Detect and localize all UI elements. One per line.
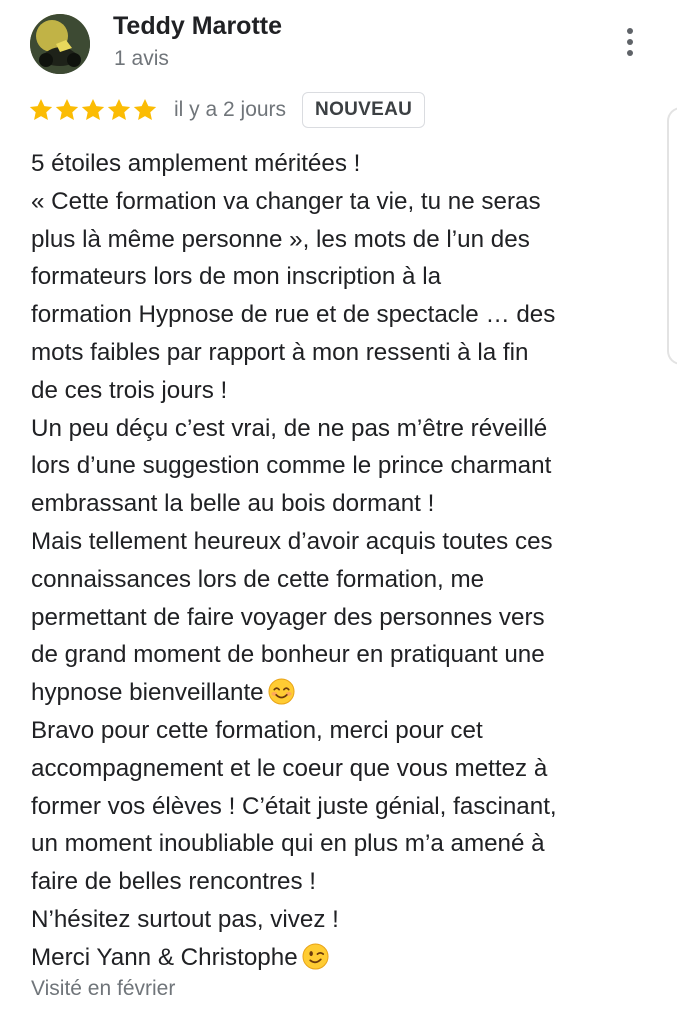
review-line: formation Hypnose de rue et de spectacle… (31, 301, 556, 329)
review-line: formateurs lors de mon inscription à la (31, 263, 442, 291)
review-line-with-emoji: Merci Yann & Christophe (31, 939, 621, 977)
star-icon (29, 98, 53, 120)
new-badge: NOUVEAU (302, 92, 426, 128)
review-line: Bravo pour cette formation, merci pour c… (31, 716, 483, 744)
review-text: 5 étoiles amplement méritées ! « Cette f… (31, 145, 621, 977)
review-line: connaissances lors de cette formation, m… (31, 565, 485, 593)
review-line: Mais tellement heureux d’avoir acquis to… (31, 527, 553, 555)
review-line: Un peu déçu c’est vrai, de ne pas m’être… (31, 414, 548, 442)
star-icon (55, 98, 79, 120)
smiling-face-with-smiling-eyes-emoji (268, 678, 295, 705)
reviewer-avatar[interactable] (30, 14, 90, 74)
star-icon (133, 98, 157, 120)
review-line: accompagnement et le coeur que vous mett… (31, 754, 548, 782)
visited-date: Visité en février (31, 977, 176, 1000)
side-panel-edge[interactable] (667, 107, 677, 365)
review-line: N’hésitez surtout pas, vivez ! (31, 905, 339, 933)
review-line: de grand moment de bonheur en pratiquant… (31, 641, 545, 669)
review-line: un moment inoubliable qui en plus m’a am… (31, 830, 545, 858)
review-line-text: hypnose bienveillante (31, 679, 264, 707)
more-vert-icon-dot (627, 39, 633, 45)
star-rating (28, 97, 158, 123)
review-date: il y a 2 jours (174, 98, 287, 121)
review-line: embrassant la belle au bois dormant ! (31, 490, 435, 518)
review-line-with-emoji: hypnose bienveillante (31, 674, 621, 712)
reviewer-name[interactable]: Teddy Marotte (113, 12, 282, 41)
reviewer-review-count: 1 avis (114, 47, 169, 70)
review-line: 5 étoiles amplement méritées ! (31, 150, 361, 177)
review-line: former vos élèves ! C’était juste génial… (31, 792, 557, 820)
star-icon (81, 98, 105, 120)
more-options-button[interactable] (615, 24, 645, 60)
more-vert-icon-dot (627, 50, 633, 56)
review-line: lors d’une suggestion comme le prince ch… (31, 452, 552, 480)
rating-row: il y a 2 jours NOUVEAU (28, 91, 426, 129)
review-line: mots faibles par rapport à mon ressenti … (31, 338, 529, 366)
review-line: permettant de faire voyager des personne… (31, 603, 545, 631)
avatar-image (30, 14, 90, 74)
review-line: « Cette formation va changer ta vie, tu … (31, 187, 541, 215)
review-line: faire de belles rencontres ! (31, 868, 317, 896)
star-icon (107, 98, 131, 120)
winking-face-emoji (302, 943, 329, 970)
review-line: plus là même personne », les mots de l’u… (31, 225, 530, 253)
review-line-text: Merci Yann & Christophe (31, 943, 298, 971)
more-vert-icon (627, 28, 633, 34)
review-line: de ces trois jours ! (31, 376, 228, 404)
